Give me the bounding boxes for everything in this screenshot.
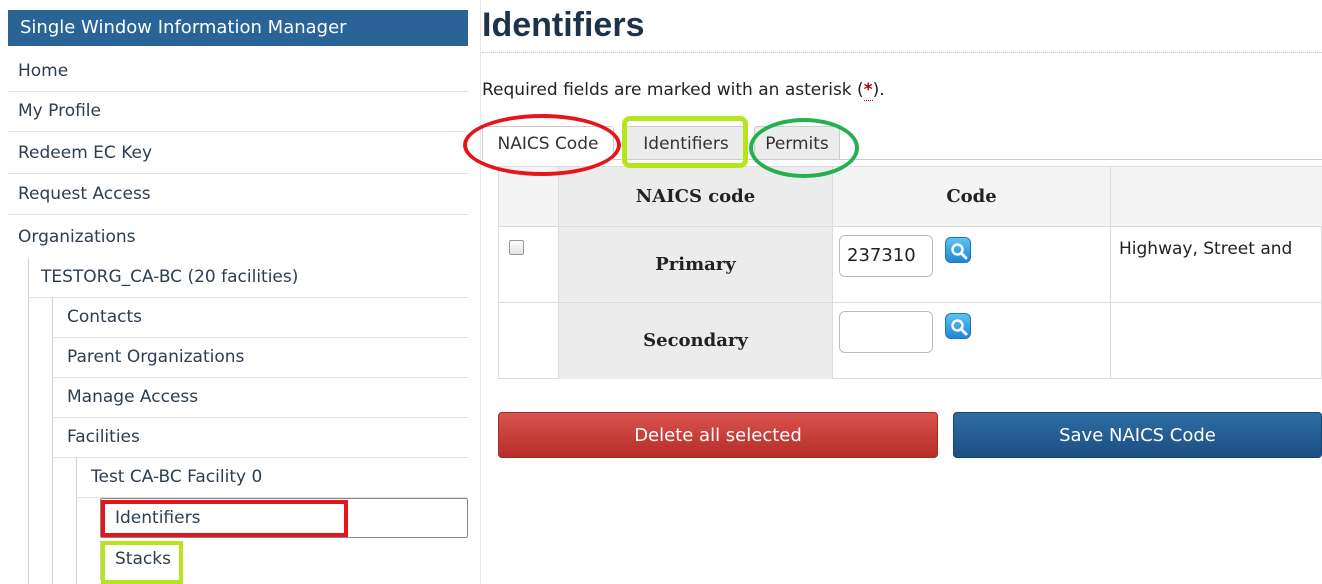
naics-code-input[interactable]: [839, 311, 933, 353]
table-header-description: [1111, 167, 1322, 227]
sidebar-title: Single Window Information Manager: [8, 10, 468, 46]
tabs-underline: [614, 159, 1322, 160]
sidebar-item-contacts[interactable]: Contacts: [52, 298, 468, 338]
table-row-select-cell: [499, 303, 559, 379]
sidebar-item-facilities[interactable]: Facilities: [52, 418, 468, 458]
required-note-text: Required fields are marked with an aster…: [482, 80, 864, 100]
sidebar-item-parent-organizations[interactable]: Parent Organizations: [52, 338, 468, 378]
save-naics-code-button[interactable]: Save NAICS Code: [953, 412, 1322, 458]
page-title: Identifiers: [482, 6, 645, 44]
main-content: Identifiers Required fields are marked w…: [482, 0, 1322, 584]
delete-all-selected-button[interactable]: Delete all selected: [498, 412, 938, 458]
sidebar-item-home[interactable]: Home: [8, 52, 468, 92]
sidebar-item-stacks[interactable]: Stacks: [100, 540, 468, 580]
sidebar-tree-line: [28, 298, 29, 584]
sidebar-item-my-profile[interactable]: My Profile: [8, 92, 468, 132]
sidebar-item-identifiers[interactable]: Identifiers: [100, 498, 468, 538]
sidebar-item-organizations[interactable]: Organizations: [8, 218, 468, 258]
table-row-select-cell: [499, 227, 559, 303]
required-fields-note: Required fields are marked with an aster…: [482, 80, 885, 101]
required-asterisk: *: [863, 80, 873, 101]
table-row-code-cell: [833, 303, 1111, 379]
table-row-code-cell: 237310: [833, 227, 1111, 303]
tab-naics-code[interactable]: NAICS Code: [482, 126, 614, 160]
sidebar-tree-line: [76, 498, 77, 584]
table-row-type: Secondary: [559, 303, 833, 379]
title-divider: [482, 52, 1322, 53]
required-note-end: ).: [872, 80, 885, 100]
sidebar-item-request-access[interactable]: Request Access: [8, 175, 468, 215]
sidebar-item-organization[interactable]: TESTORG_CA-BC (20 facilities): [28, 258, 468, 298]
table-row-description: Highway, Street and: [1111, 227, 1322, 303]
search-icon[interactable]: [945, 237, 971, 263]
tab-identifiers[interactable]: Identifiers: [626, 126, 746, 160]
table-header-naics-code: NAICS code: [559, 167, 833, 227]
search-icon[interactable]: [945, 313, 971, 339]
naics-code-input[interactable]: 237310: [839, 235, 933, 277]
sidebar-nav: Single Window Information Manager Home M…: [0, 0, 468, 584]
table-row-description: [1111, 303, 1322, 379]
naics-table: NAICS code Code Primary 237310 Highway, …: [498, 166, 1322, 379]
table-row-type: Primary: [559, 227, 833, 303]
sidebar-item-manage-access[interactable]: Manage Access: [52, 378, 468, 418]
content-divider: [480, 0, 481, 584]
table-header-select: [499, 167, 559, 227]
row-checkbox[interactable]: [509, 240, 524, 255]
table-header-code: Code: [833, 167, 1111, 227]
sidebar-item-redeem-ec-key[interactable]: Redeem EC Key: [8, 134, 468, 174]
tab-permits[interactable]: Permits: [754, 126, 840, 160]
sidebar-item-facility[interactable]: Test CA-BC Facility 0: [76, 458, 468, 498]
sidebar-tree-line: [52, 458, 53, 584]
